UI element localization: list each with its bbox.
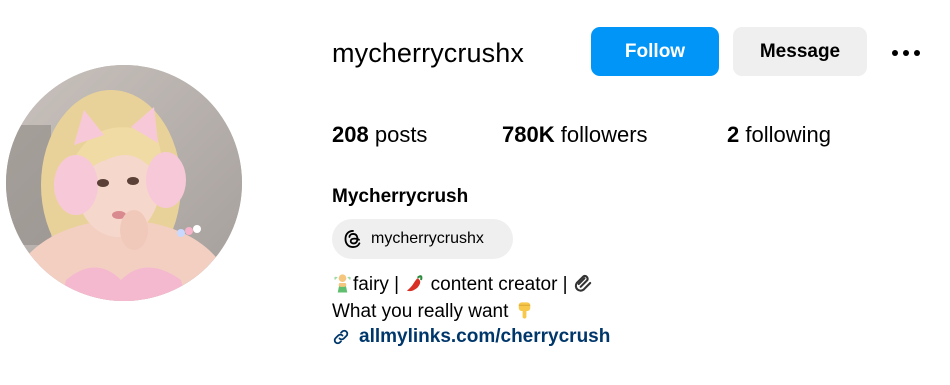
- threads-badge[interactable]: mycherrycrushx: [332, 219, 513, 259]
- stat-following[interactable]: 2 following: [727, 122, 831, 148]
- pointing-down-emoji-icon: [518, 302, 530, 319]
- following-label: following: [745, 122, 831, 147]
- bio-what-you-want-text: What you really want: [332, 301, 514, 322]
- avatar-photo: [6, 65, 242, 301]
- threads-handle: mycherrycrushx: [371, 230, 484, 247]
- followers-count: 780K: [502, 122, 555, 147]
- more-dot: [892, 50, 898, 56]
- stat-followers[interactable]: 780K followers: [502, 122, 648, 148]
- followers-label: followers: [560, 122, 648, 147]
- bio-content-creator-text: content creator |: [425, 274, 573, 295]
- link-icon: [333, 329, 349, 345]
- hot-pepper-emoji-icon: [407, 275, 423, 292]
- profile-info: mycherrycrushx Follow Message 208 posts …: [332, 0, 942, 385]
- bio-fairy-text: fairy |: [353, 274, 405, 295]
- more-dot: [903, 50, 909, 56]
- following-count: 2: [727, 122, 740, 147]
- more-options-icon[interactable]: [886, 38, 926, 68]
- paperclip-emoji-icon: [574, 275, 592, 292]
- profile-full-name: Mycherrycrush: [332, 186, 469, 207]
- profile-username: mycherrycrushx: [332, 38, 524, 68]
- follow-button[interactable]: Follow: [591, 27, 719, 76]
- message-button[interactable]: Message: [733, 27, 867, 76]
- profile-avatar[interactable]: [6, 65, 242, 301]
- threads-icon: [344, 230, 361, 248]
- fairy-emoji-icon: [334, 274, 351, 293]
- stat-posts: 208 posts: [332, 122, 427, 148]
- posts-count: 208: [332, 122, 369, 147]
- posts-label: posts: [374, 122, 428, 147]
- bio-line-2: What you really want: [332, 299, 535, 323]
- bio-line-1: fairy | content creator |: [332, 272, 594, 296]
- more-dot: [914, 50, 920, 56]
- bio-link-text: allmylinks.com/cherrycrush: [359, 326, 611, 347]
- bio-link[interactable]: allmylinks.com/cherrycrush: [332, 326, 610, 348]
